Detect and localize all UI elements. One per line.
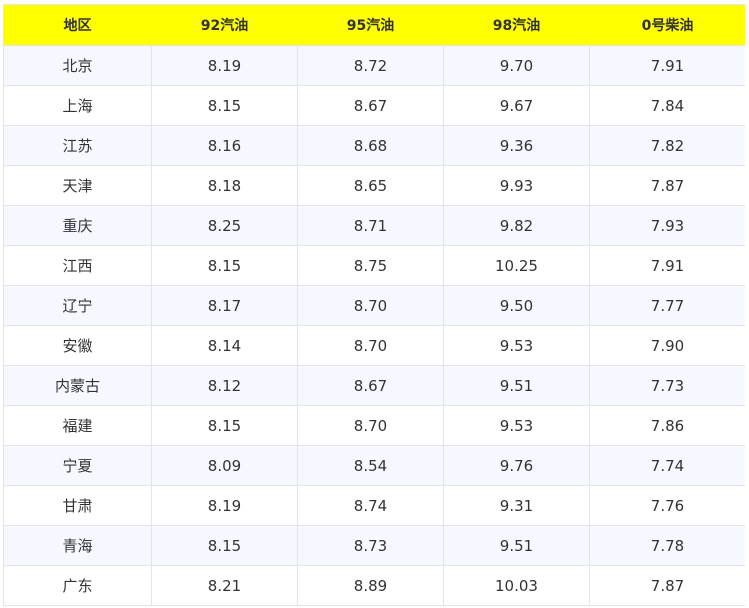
cell-region: 上海 <box>3 85 152 126</box>
cell-diesel-0: 7.87 <box>589 165 745 206</box>
table-row: 天津 8.18 8.65 9.93 7.87 <box>3 165 745 206</box>
cell-gasoline-92: 8.16 <box>151 125 298 166</box>
cell-diesel-0: 7.82 <box>589 125 745 166</box>
cell-gasoline-95: 8.71 <box>297 205 444 246</box>
cell-diesel-0: 7.73 <box>589 365 745 406</box>
cell-diesel-0: 7.78 <box>589 525 745 566</box>
cell-gasoline-98: 9.50 <box>443 285 590 326</box>
cell-gasoline-98: 10.25 <box>443 245 590 286</box>
cell-gasoline-95: 8.72 <box>297 45 444 86</box>
cell-gasoline-92: 8.17 <box>151 285 298 326</box>
cell-region: 青海 <box>3 525 152 566</box>
table-row: 北京 8.19 8.72 9.70 7.91 <box>3 45 745 86</box>
cell-gasoline-95: 8.73 <box>297 525 444 566</box>
cell-gasoline-95: 8.74 <box>297 485 444 526</box>
cell-gasoline-95: 8.75 <box>297 245 444 286</box>
table-row: 江西 8.15 8.75 10.25 7.91 <box>3 245 745 286</box>
cell-region: 重庆 <box>3 205 152 246</box>
cell-gasoline-98: 9.76 <box>443 445 590 486</box>
cell-gasoline-98: 9.93 <box>443 165 590 206</box>
cell-gasoline-95: 8.65 <box>297 165 444 206</box>
cell-gasoline-98: 9.51 <box>443 365 590 406</box>
cell-gasoline-98: 10.03 <box>443 565 590 606</box>
cell-region: 辽宁 <box>3 285 152 326</box>
table-row: 内蒙古 8.12 8.67 9.51 7.73 <box>3 365 745 406</box>
cell-region: 福建 <box>3 405 152 446</box>
table-row: 宁夏 8.09 8.54 9.76 7.74 <box>3 445 745 486</box>
cell-region: 安徽 <box>3 325 152 366</box>
table-row: 甘肃 8.19 8.74 9.31 7.76 <box>3 485 745 526</box>
cell-gasoline-98: 9.31 <box>443 485 590 526</box>
cell-gasoline-98: 9.36 <box>443 125 590 166</box>
cell-diesel-0: 7.90 <box>589 325 745 366</box>
cell-gasoline-98: 9.53 <box>443 325 590 366</box>
cell-diesel-0: 7.84 <box>589 85 745 126</box>
cell-gasoline-92: 8.15 <box>151 85 298 126</box>
cell-gasoline-92: 8.14 <box>151 325 298 366</box>
cell-gasoline-98: 9.51 <box>443 525 590 566</box>
cell-gasoline-98: 9.82 <box>443 205 590 246</box>
price-table-container: 地区 92汽油 95汽油 98汽油 0号柴油 北京 8.19 8.72 9.70 7.9… <box>3 4 745 608</box>
cell-gasoline-95: 8.70 <box>297 325 444 366</box>
cell-gasoline-92: 8.25 <box>151 205 298 246</box>
cell-region: 江西 <box>3 245 152 286</box>
cell-diesel-0: 7.93 <box>589 205 745 246</box>
cell-diesel-0: 7.76 <box>589 485 745 526</box>
cell-gasoline-95: 8.67 <box>297 85 444 126</box>
cell-region: 宁夏 <box>3 445 152 486</box>
cell-gasoline-98: 9.53 <box>443 405 590 446</box>
cell-gasoline-98: 9.70 <box>443 45 590 86</box>
cell-gasoline-95: 8.89 <box>297 565 444 606</box>
cell-gasoline-92: 8.15 <box>151 405 298 446</box>
cell-gasoline-95: 8.67 <box>297 365 444 406</box>
cell-diesel-0: 7.91 <box>589 245 745 286</box>
cell-region: 内蒙古 <box>3 365 152 406</box>
cell-gasoline-92: 8.15 <box>151 245 298 286</box>
cell-gasoline-92: 8.12 <box>151 365 298 406</box>
cell-diesel-0: 7.87 <box>589 565 745 606</box>
cell-diesel-0: 7.91 <box>589 45 745 86</box>
cell-diesel-0: 7.74 <box>589 445 745 486</box>
cell-gasoline-92: 8.09 <box>151 445 298 486</box>
cell-diesel-0: 7.77 <box>589 285 745 326</box>
cell-gasoline-98: 9.67 <box>443 85 590 126</box>
cell-region: 北京 <box>3 45 152 86</box>
header-gasoline-92: 92汽油 <box>151 4 298 46</box>
cell-region: 甘肃 <box>3 485 152 526</box>
cell-gasoline-95: 8.68 <box>297 125 444 166</box>
header-gasoline-95: 95汽油 <box>297 4 444 46</box>
cell-diesel-0: 7.86 <box>589 405 745 446</box>
cell-region: 江苏 <box>3 125 152 166</box>
table-row: 江苏 8.16 8.68 9.36 7.82 <box>3 125 745 166</box>
table-row: 上海 8.15 8.67 9.67 7.84 <box>3 85 745 126</box>
cell-gasoline-92: 8.19 <box>151 45 298 86</box>
table-row: 安徽 8.14 8.70 9.53 7.90 <box>3 325 745 366</box>
header-gasoline-98: 98汽油 <box>443 4 590 46</box>
table-body: 北京 8.19 8.72 9.70 7.91 上海 8.15 8.67 9.67 7.84 江苏 8.… <box>3 45 745 606</box>
cell-region: 天津 <box>3 165 152 206</box>
cell-gasoline-95: 8.70 <box>297 405 444 446</box>
table-row: 辽宁 8.17 8.70 9.50 7.77 <box>3 285 745 326</box>
cell-gasoline-92: 8.15 <box>151 525 298 566</box>
cell-region: 广东 <box>3 565 152 606</box>
table-row: 青海 8.15 8.73 9.51 7.78 <box>3 525 745 566</box>
cell-gasoline-92: 8.21 <box>151 565 298 606</box>
header-diesel-0: 0号柴油 <box>589 4 745 46</box>
cell-gasoline-95: 8.70 <box>297 285 444 326</box>
table-row: 广东 8.21 8.89 10.03 7.87 <box>3 565 745 606</box>
fuel-price-table: 地区 92汽油 95汽油 98汽油 0号柴油 北京 8.19 8.72 9.70 7.9… <box>3 4 745 606</box>
header-region: 地区 <box>3 4 152 46</box>
table-row: 重庆 8.25 8.71 9.82 7.93 <box>3 205 745 246</box>
header-row: 地区 92汽油 95汽油 98汽油 0号柴油 <box>3 4 745 46</box>
cell-gasoline-92: 8.19 <box>151 485 298 526</box>
table-header: 地区 92汽油 95汽油 98汽油 0号柴油 <box>3 4 745 46</box>
cell-gasoline-92: 8.18 <box>151 165 298 206</box>
table-row: 福建 8.15 8.70 9.53 7.86 <box>3 405 745 446</box>
cell-gasoline-95: 8.54 <box>297 445 444 486</box>
